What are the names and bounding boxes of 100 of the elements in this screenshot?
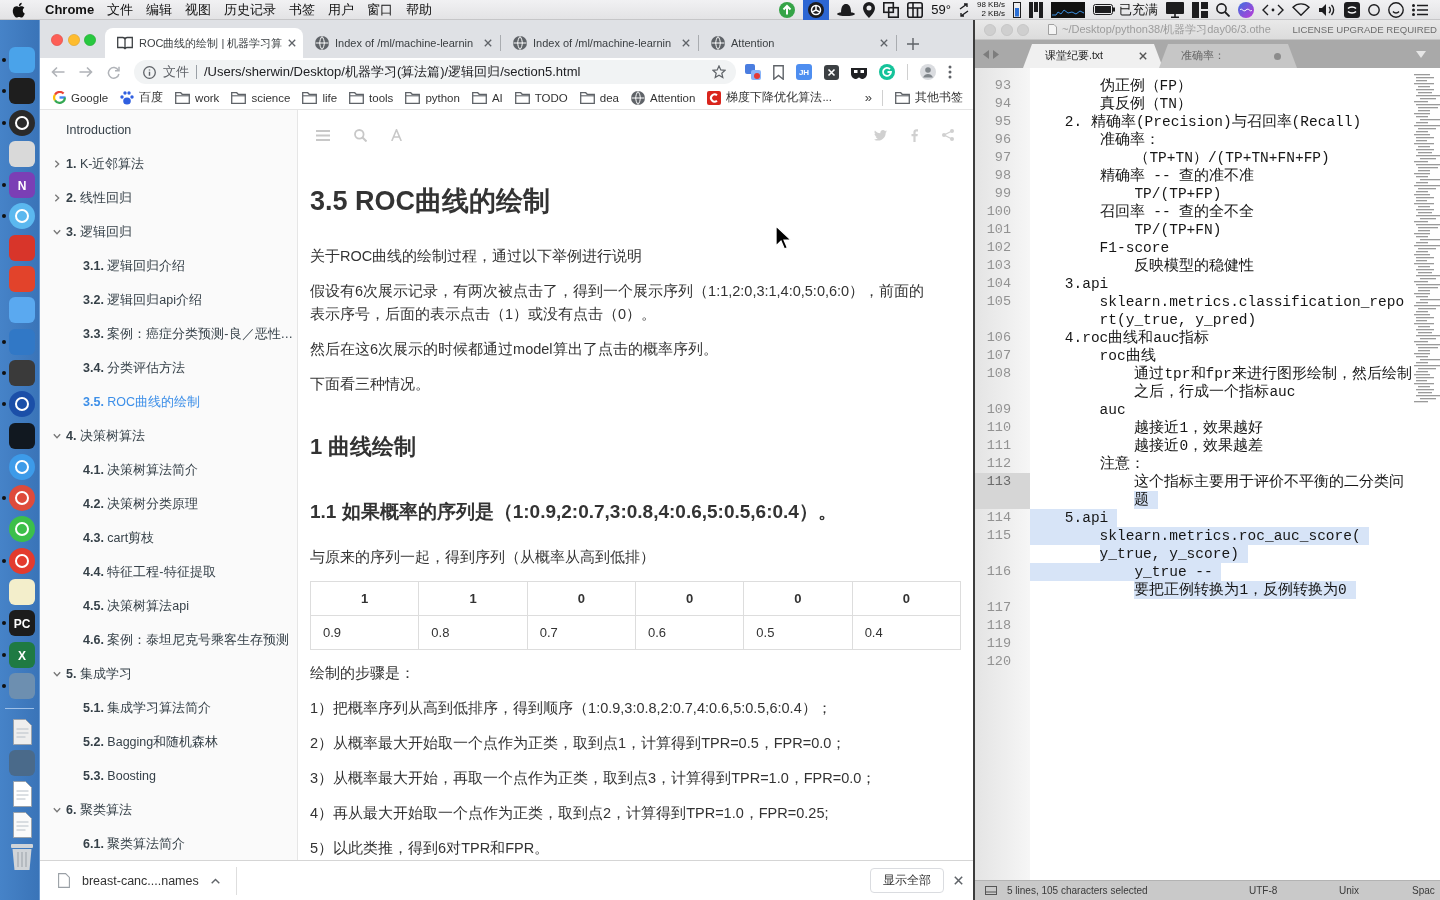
volume-icon[interactable]	[1318, 2, 1336, 17]
bookmark-link[interactable]: python	[401, 91, 464, 104]
bookmark-link[interactable]: TODO	[510, 91, 572, 104]
download-file-name[interactable]: breast-canc....names	[82, 873, 199, 888]
chevron-down-icon[interactable]	[53, 432, 61, 440]
bookmark-link[interactable]: Attention	[627, 90, 700, 105]
nav-link[interactable]: 4.4. 特征工程-特征提取	[83, 563, 216, 581]
nav-link[interactable]: 4.6. 案例：泰坦尼克号乘客生存预测	[83, 631, 290, 649]
browser-tab[interactable]: Index of /ml/machine-learnin	[303, 28, 501, 58]
editor-tab[interactable]: 课堂纪要.txt	[1023, 44, 1163, 68]
app-menu[interactable]: Chrome	[45, 2, 95, 17]
nav-link[interactable]: 3.1. 逻辑回归介绍	[83, 257, 186, 275]
bookmark-link[interactable]: AI	[467, 91, 507, 104]
document-icon[interactable]	[12, 718, 32, 745]
app-tile-icon[interactable]	[1344, 1, 1360, 18]
cpu-graph-icon[interactable]	[1051, 1, 1085, 18]
nav-link[interactable]: 3.3. 案例：癌症分类预测-良／恶性…	[83, 325, 293, 343]
display-icon[interactable]	[1166, 1, 1184, 18]
close-button[interactable]	[51, 34, 63, 46]
bookmark-link[interactable]: dea	[575, 91, 623, 104]
nav-link[interactable]: 4.2. 决策树分类原理	[83, 495, 199, 513]
editor-tab[interactable]: 准确率：	[1159, 44, 1297, 68]
nav-link[interactable]: 5.3. Boosting	[83, 769, 156, 783]
bars-icon[interactable]	[1029, 1, 1043, 18]
apple-logo-icon[interactable]	[12, 1, 25, 18]
close-icon[interactable]	[484, 39, 492, 47]
menu-item[interactable]: 用户	[321, 0, 361, 19]
aperture-icon[interactable]	[803, 0, 830, 20]
bookmark-link[interactable]: 梯度下降优化算法...	[703, 90, 836, 105]
nav-link[interactable]: 2. 线性回归	[66, 189, 132, 207]
squares-icon[interactable]	[745, 64, 761, 80]
nav-link[interactable]: 6.1. 聚类算法简介	[83, 835, 186, 853]
grid-icon[interactable]	[907, 1, 924, 18]
nav-link[interactable]: 1. K-近邻算法	[66, 155, 145, 173]
new-tab-button[interactable]	[907, 38, 919, 50]
nav-link[interactable]: 6. 聚类算法	[66, 801, 132, 819]
x-square-icon[interactable]	[824, 64, 839, 80]
browser-tab[interactable]: Attention	[699, 28, 897, 58]
document-icon[interactable]	[12, 781, 32, 808]
browser-tab[interactable]: Index of /ml/machine-learnin	[501, 28, 699, 58]
menu-item[interactable]: 文件	[100, 0, 140, 19]
line-endings-status[interactable]: Unix	[1339, 885, 1412, 896]
more-menu-icon[interactable]	[948, 65, 952, 79]
close-icon[interactable]	[288, 39, 297, 47]
smiley-icon[interactable]	[1388, 1, 1404, 18]
arrows-icon[interactable]	[959, 2, 969, 17]
hat-icon[interactable]	[837, 3, 856, 16]
overlapping-windows-icon[interactable]	[883, 1, 900, 18]
ring-icon[interactable]	[1368, 3, 1380, 16]
bookmark-icon[interactable]	[773, 64, 784, 80]
bookmark-link[interactable]: 其他书签	[891, 90, 967, 105]
bookmark-link[interactable]: 百度	[116, 90, 168, 105]
dock-app-icon[interactable]: N	[9, 172, 35, 199]
chevron-right-icon[interactable]	[53, 194, 61, 202]
nav-link[interactable]: 3.4. 分类评估方法	[83, 359, 186, 377]
nav-link[interactable]: 4.5. 决策树算法api	[83, 597, 190, 615]
unsaved-dot-icon[interactable]	[1274, 52, 1281, 60]
bookmark-link[interactable]: Google	[49, 91, 113, 104]
browser-tab[interactable]: ROC曲线的绘制 | 机器学习算	[105, 28, 303, 58]
nav-link[interactable]: 3.2. 逻辑回归api介绍	[83, 291, 203, 309]
battery-icon[interactable]	[1093, 4, 1115, 15]
nav-link[interactable]: 5. 集成学习	[66, 665, 132, 683]
document-icon[interactable]	[12, 812, 32, 839]
close-button[interactable]	[954, 876, 963, 885]
dock-app-icon[interactable]: X	[9, 641, 35, 668]
menu-item[interactable]: 视图	[178, 0, 218, 19]
menu-item[interactable]: 历史记录	[217, 0, 283, 19]
dock-app-icon[interactable]: PC	[9, 610, 35, 637]
dock-app-icon[interactable]	[9, 391, 35, 418]
chevron-down-icon[interactable]	[53, 228, 61, 236]
nav-link[interactable]: 4.1. 决策树算法简介	[83, 461, 199, 479]
star-icon[interactable]	[712, 65, 726, 79]
layout-icon[interactable]	[1192, 1, 1208, 18]
avatar-icon[interactable]	[920, 64, 936, 80]
nav-link[interactable]: Introduction	[66, 123, 132, 137]
chevron-down-icon[interactable]	[53, 806, 61, 814]
nav-link[interactable]: 3. 逻辑回归	[66, 223, 132, 241]
encoding-status[interactable]: UTF-8	[1249, 885, 1339, 896]
menu-item[interactable]: 编辑	[139, 0, 179, 19]
circle-arrow-icon[interactable]	[879, 64, 895, 80]
code-brackets-icon[interactable]	[1262, 3, 1284, 16]
chevron-right-icon[interactable]	[53, 160, 61, 168]
trash-icon[interactable]	[11, 843, 33, 870]
location-pin-icon[interactable]	[863, 1, 876, 18]
menu-item[interactable]: 窗口	[360, 0, 400, 19]
wifi-icon[interactable]	[1292, 3, 1310, 16]
search-icon[interactable]	[1216, 2, 1230, 17]
nav-link[interactable]: 4.3. cart剪枝	[83, 529, 155, 547]
nav-link[interactable]: 5.2. Bagging和随机森林	[83, 733, 219, 751]
indentation-status[interactable]: Spac	[1412, 885, 1440, 896]
mask-icon[interactable]	[851, 65, 867, 79]
nav-link[interactable]: 5.1. 集成学习算法简介	[83, 699, 212, 717]
nav-link[interactable]: 4. 决策树算法	[66, 427, 145, 445]
more-bookmarks-button[interactable]: »	[862, 90, 874, 105]
address-field[interactable]: 文件 /Users/sherwin/Desktop/机器学习(算法篇)/逻辑回归/section5.html	[134, 60, 736, 84]
menu-item[interactable]: 书签	[282, 0, 322, 19]
memory-meter-icon[interactable]	[1013, 1, 1021, 18]
list-icon[interactable]	[1412, 3, 1428, 16]
menu-item[interactable]: 帮助	[399, 0, 439, 19]
orb-icon[interactable]	[1238, 1, 1254, 18]
